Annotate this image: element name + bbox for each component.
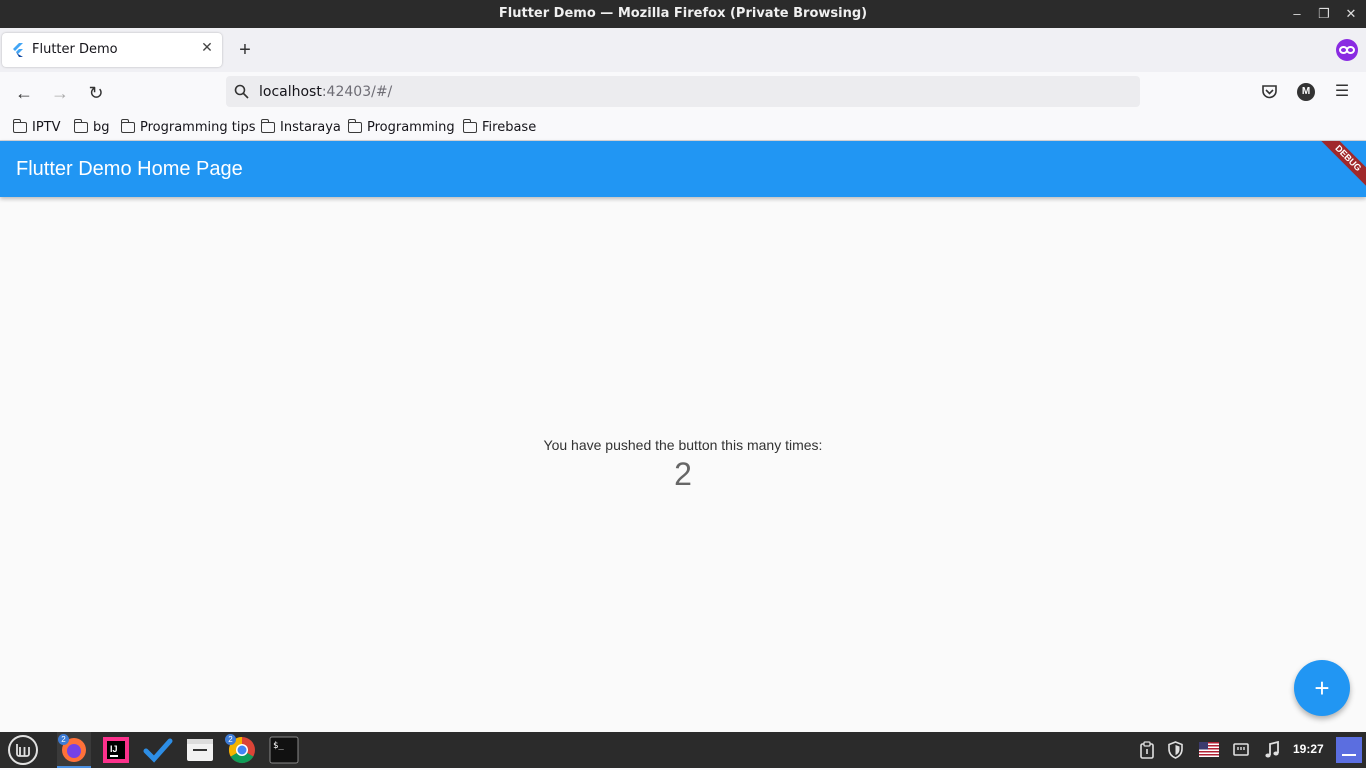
svg-text:IJ: IJ (110, 744, 118, 754)
terminal-icon: $_ (269, 736, 299, 764)
clock[interactable]: 19:27 (1293, 742, 1324, 756)
taskbar-intellij[interactable]: IJ (101, 735, 131, 765)
url-text: localhost:42403/#/ (259, 84, 392, 100)
us-flag-icon[interactable] (1199, 742, 1219, 757)
taskbar-firefox[interactable]: 2 (57, 732, 91, 768)
show-desktop-button[interactable] (1336, 737, 1362, 763)
forward-button[interactable]: → (49, 82, 71, 104)
taskbar-files[interactable] (185, 735, 215, 765)
bookmark-label: IPTV (32, 119, 61, 135)
search-icon (234, 84, 249, 99)
url-path: :42403/#/ (321, 84, 393, 100)
checkmark-icon (143, 738, 173, 763)
bookmark-label: bg (93, 119, 110, 135)
tab-label: Flutter Demo (32, 42, 118, 57)
taskbar-todo-app[interactable] (143, 735, 173, 765)
increment-button[interactable]: + (1294, 660, 1350, 716)
bookmark-folder-programming-tips[interactable]: Programming tips (120, 118, 256, 136)
debug-banner: DEBUG (1315, 141, 1366, 192)
bookmark-folder-bg[interactable]: bg (73, 118, 110, 136)
url-bar[interactable]: localhost:42403/#/ (226, 76, 1140, 107)
bookmark-folder-iptv[interactable]: IPTV (12, 118, 61, 136)
account-avatar[interactable]: M (1297, 83, 1315, 101)
mint-menu-icon[interactable] (7, 734, 39, 766)
desktop-indicator (1342, 754, 1356, 756)
url-host: localhost (259, 84, 322, 100)
shield-icon[interactable] (1167, 741, 1184, 759)
music-note-icon[interactable] (1264, 741, 1280, 759)
notification-badge: 2 (58, 734, 69, 745)
folder-icon (120, 118, 135, 133)
flutter-favicon-icon (13, 43, 23, 57)
minimize-button[interactable]: – (1286, 4, 1308, 24)
window-titlebar: Flutter Demo — Mozilla Firefox (Private … (0, 0, 1366, 28)
page-title: Flutter Demo Home Page (16, 158, 243, 180)
bookmark-label: Firebase (482, 119, 537, 135)
close-window-button[interactable]: ✕ (1340, 4, 1362, 24)
clipboard-icon[interactable] (1139, 741, 1155, 759)
app-bar: Flutter Demo Home Page DEBUG (0, 141, 1366, 197)
folder-icon (260, 118, 275, 133)
folder-icon (347, 118, 362, 133)
bookmark-folder-instaraya[interactable]: Instaraya (260, 118, 341, 136)
window-title: Flutter Demo — Mozilla Firefox (Private … (498, 6, 868, 21)
taskbar-chrome[interactable]: 2 (225, 734, 257, 765)
network-icon[interactable] (1233, 742, 1249, 758)
notification-badge: 2 (225, 734, 236, 745)
folder-icon (462, 118, 477, 133)
private-browsing-icon (1336, 39, 1358, 61)
back-button[interactable]: ← (13, 82, 35, 104)
bookmark-label: Programming tips (140, 119, 256, 135)
browser-tab[interactable]: Flutter Demo ✕ (2, 33, 222, 67)
new-tab-button[interactable]: + (235, 39, 255, 61)
app-menu-button[interactable]: ☰ (1333, 82, 1351, 102)
pocket-icon[interactable] (1261, 84, 1278, 100)
bookmark-folder-firebase[interactable]: Firebase (462, 118, 537, 136)
bookmark-label: Instaraya (280, 119, 341, 135)
bookmark-label: Programming (367, 119, 455, 135)
taskbar-terminal[interactable]: $_ (269, 735, 299, 765)
folder-icon (12, 118, 27, 133)
counter-message: You have pushed the button this many tim… (543, 437, 823, 453)
svg-text:$_: $_ (273, 741, 284, 751)
folder-icon (73, 118, 88, 133)
restore-button[interactable]: ❐ (1313, 4, 1335, 24)
files-icon (187, 739, 213, 761)
intellij-icon: IJ (103, 737, 129, 763)
counter-value: 2 (674, 456, 692, 492)
tab-close-icon[interactable]: ✕ (200, 40, 214, 54)
bookmark-folder-programming[interactable]: Programming (347, 118, 455, 136)
reload-button[interactable]: ↻ (85, 82, 107, 104)
